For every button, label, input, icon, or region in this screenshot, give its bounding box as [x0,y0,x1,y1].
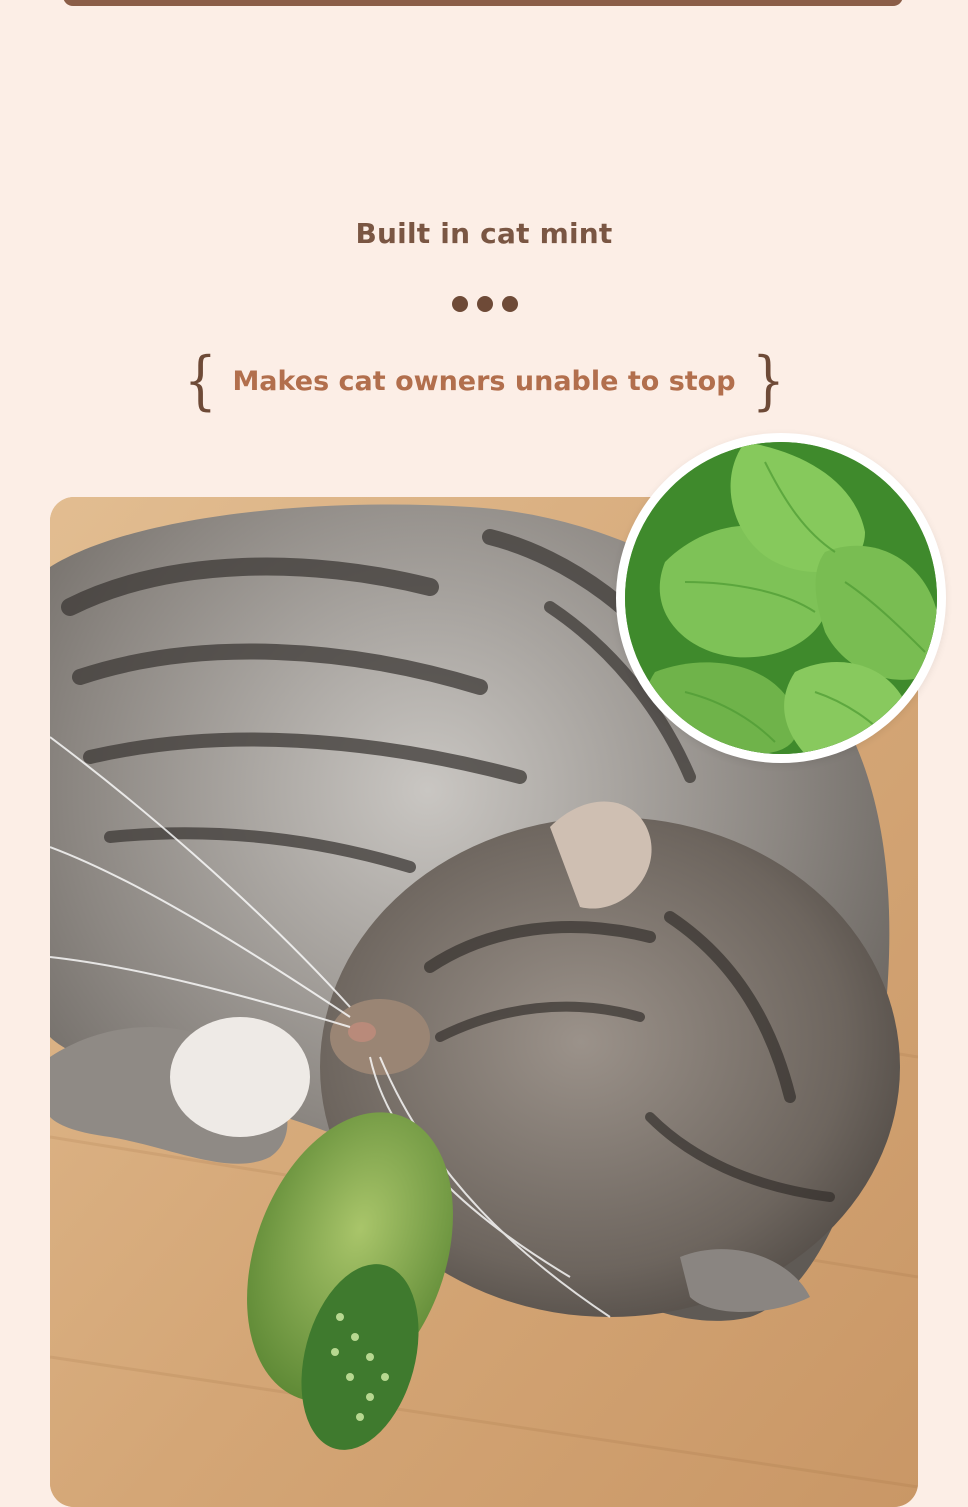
divider-dot [502,296,518,312]
divider-dot [477,296,493,312]
divider-dot [452,296,468,312]
close-brace: } [751,344,785,418]
open-brace: { [183,344,217,418]
tagline-row: { Makes cat owners unable to stop } [0,346,968,416]
top-decorative-bar [63,0,903,6]
tagline-text: Makes cat owners unable to stop [232,365,736,397]
mint-leaves-inset [616,433,946,763]
mint-leaves-photo [625,442,937,754]
dots-divider [452,295,518,313]
section-heading: Built in cat mint [355,217,613,250]
